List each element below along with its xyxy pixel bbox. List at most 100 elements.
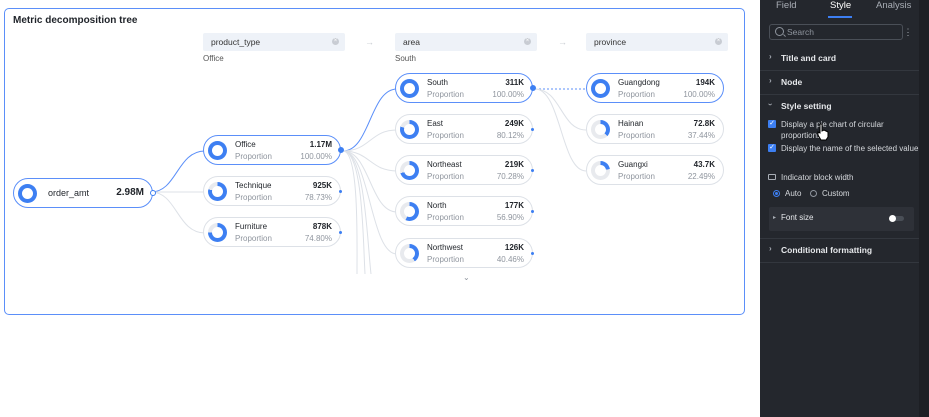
expand-dot[interactable] xyxy=(339,190,342,193)
style-panel: Field Style Analysis ⋮ › Title and card … xyxy=(760,0,929,417)
node-percent: 100.00% xyxy=(683,90,715,99)
tree-node-guangdong[interactable]: Guangdong 194K Proportion 100.00% xyxy=(586,73,724,103)
proportion-ring-icon xyxy=(400,244,419,263)
checkbox-checked-icon[interactable]: ✓ xyxy=(768,120,776,128)
proportion-ring-icon xyxy=(400,161,419,180)
section-conditional-formatting[interactable]: › Conditional formatting xyxy=(760,244,929,258)
font-size-row[interactable]: ▸ Font size xyxy=(769,207,914,231)
header-label: province xyxy=(594,37,627,47)
active-tab-indicator xyxy=(828,16,852,18)
section-label: Style setting xyxy=(781,101,832,111)
header-product-type[interactable]: product_type × xyxy=(203,33,345,51)
arrow-right-icon: → xyxy=(558,37,567,47)
node-percent: 74.80% xyxy=(304,234,332,243)
remove-level-icon[interactable]: × xyxy=(715,38,722,45)
root-node[interactable]: order_amt 2.98M xyxy=(13,178,156,208)
link-root-office xyxy=(150,150,206,193)
divider xyxy=(760,262,929,263)
tree-node-northwest[interactable]: Northwest 126K Proportion 40.46% xyxy=(395,238,534,268)
node-name: East xyxy=(427,119,444,128)
node-percent: 80.12% xyxy=(496,131,524,140)
node-value: 311K xyxy=(505,78,524,87)
tree-node-hainan[interactable]: Hainan 72.8K Proportion 37.44% xyxy=(586,114,724,144)
divider xyxy=(760,70,929,71)
tree-node-technique[interactable]: Technique 925K Proportion 78.73% xyxy=(203,176,342,206)
link-office-more3 xyxy=(342,150,358,275)
chevron-right-icon: › xyxy=(769,52,772,61)
remove-level-icon[interactable]: × xyxy=(524,38,531,45)
node-name: South xyxy=(427,78,448,87)
section-label: Conditional formatting xyxy=(781,245,873,255)
tab-analysis[interactable]: Analysis xyxy=(876,0,911,11)
radio-unselected-icon[interactable] xyxy=(810,190,817,197)
node-percent: 100.00% xyxy=(300,152,332,161)
node-label: Proportion xyxy=(235,193,272,202)
expand-dot[interactable] xyxy=(150,190,156,196)
expand-dot[interactable] xyxy=(530,85,536,91)
tree-node-east[interactable]: East 249K Proportion 80.12% xyxy=(395,114,534,144)
caret-right-icon: ▸ xyxy=(773,215,777,221)
section-title-and-card[interactable]: › Title and card xyxy=(760,52,929,66)
node-value: 177K xyxy=(504,201,524,210)
tab-field[interactable]: Field xyxy=(776,0,797,11)
proportion-ring-icon xyxy=(591,161,610,180)
search-input[interactable] xyxy=(787,26,897,38)
node-value: 43.7K xyxy=(693,160,715,169)
proportion-ring-icon xyxy=(18,184,37,203)
node-label: Proportion xyxy=(427,213,464,222)
proportion-ring-icon xyxy=(208,223,227,242)
search-box xyxy=(769,24,903,40)
chevron-right-icon: › xyxy=(769,244,772,253)
link-office-south xyxy=(342,88,398,152)
node-percent: 22.49% xyxy=(687,172,715,181)
more-options-icon[interactable]: ⋮ xyxy=(903,26,913,38)
link-root-furniture xyxy=(150,191,206,234)
node-percent: 56.90% xyxy=(496,213,524,222)
tree-node-north[interactable]: North 177K Proportion 56.90% xyxy=(395,196,534,226)
node-name: Northwest xyxy=(427,243,464,252)
link-office-more2 xyxy=(342,150,366,275)
node-label: Proportion xyxy=(618,131,655,140)
divider xyxy=(760,238,929,239)
section-label: Title and card xyxy=(781,53,837,63)
section-label: Node xyxy=(781,77,803,87)
node-name: order_amt xyxy=(48,188,90,198)
font-size-toggle[interactable] xyxy=(889,215,904,222)
chevron-right-icon: › xyxy=(769,76,772,85)
expand-dot[interactable] xyxy=(531,128,534,131)
expand-dot[interactable] xyxy=(339,231,342,234)
node-percent: 100.00% xyxy=(492,90,524,99)
panel-edge xyxy=(919,0,929,417)
node-name: North xyxy=(427,201,447,210)
tree-node-furniture[interactable]: Furniture 878K Proportion 74.80% xyxy=(203,217,342,247)
tab-style[interactable]: Style xyxy=(830,0,851,11)
link-south-hainan xyxy=(534,88,587,131)
node-value: 925K xyxy=(312,181,332,190)
section-style-setting[interactable]: › Style setting xyxy=(760,100,929,114)
checkbox-checked-icon[interactable]: ✓ xyxy=(768,144,776,152)
node-name: Guangxi xyxy=(618,160,648,169)
indicator-label: Indicator block width xyxy=(781,173,854,182)
tree-node-northeast[interactable]: Northeast 219K Proportion 70.28% xyxy=(395,155,534,185)
expand-dot[interactable] xyxy=(531,210,534,213)
font-size-label: Font size xyxy=(781,213,814,222)
scroll-down-chevron-icon[interactable]: ⌄ xyxy=(463,273,470,282)
radio-label: Auto xyxy=(785,189,802,198)
radio-selected-icon[interactable] xyxy=(773,190,780,197)
expand-dot[interactable] xyxy=(531,252,534,255)
header-province[interactable]: province × xyxy=(586,33,728,51)
section-node[interactable]: › Node xyxy=(760,76,929,90)
expand-dot[interactable] xyxy=(338,147,344,153)
expand-dot[interactable] xyxy=(531,169,534,172)
selected-value-label: Office xyxy=(203,54,224,63)
option-label: Display a pie chart of circular proporti… xyxy=(781,120,884,140)
chevron-down-icon: › xyxy=(765,103,775,106)
header-area[interactable]: area × xyxy=(395,33,537,51)
node-value: 126K xyxy=(504,243,524,252)
remove-level-icon[interactable]: × xyxy=(332,38,339,45)
tree-node-guangxi[interactable]: Guangxi 43.7K Proportion 22.49% xyxy=(586,155,724,185)
hand-pointer-icon xyxy=(817,123,829,141)
node-percent: 40.46% xyxy=(496,255,524,264)
tree-node-south[interactable]: South 311K Proportion 100.00% xyxy=(395,73,536,103)
tree-node-office[interactable]: Office 1.17M Proportion 100.00% xyxy=(203,135,344,165)
